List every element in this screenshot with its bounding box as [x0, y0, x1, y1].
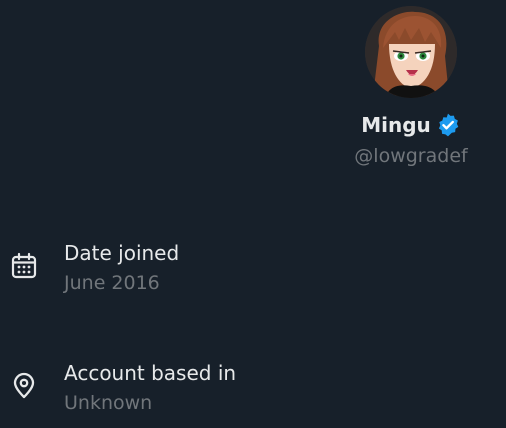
account-location-row: Account based in Unknown	[10, 360, 236, 416]
profile-header: Mingu @lowgradef	[311, 0, 506, 168]
username-handle[interactable]: @lowgradef	[354, 144, 467, 168]
verified-badge-icon[interactable]	[435, 112, 461, 138]
account-location-value: Unknown	[64, 392, 153, 414]
location-pin-icon	[10, 372, 38, 400]
date-joined-label: Date joined	[64, 241, 180, 265]
anime-girl-avatar-icon	[365, 6, 457, 98]
account-location-text: Account based in Unknown	[64, 360, 236, 416]
date-joined-row: Date joined June 2016	[10, 240, 179, 296]
avatar[interactable]	[365, 6, 457, 98]
date-joined-text: Date joined June 2016	[64, 240, 179, 296]
date-joined-value: June 2016	[64, 272, 160, 294]
display-name-row: Mingu	[361, 112, 461, 138]
account-location-label: Account based in	[64, 361, 237, 385]
calendar-icon	[10, 252, 38, 280]
display-name[interactable]: Mingu	[361, 113, 431, 137]
